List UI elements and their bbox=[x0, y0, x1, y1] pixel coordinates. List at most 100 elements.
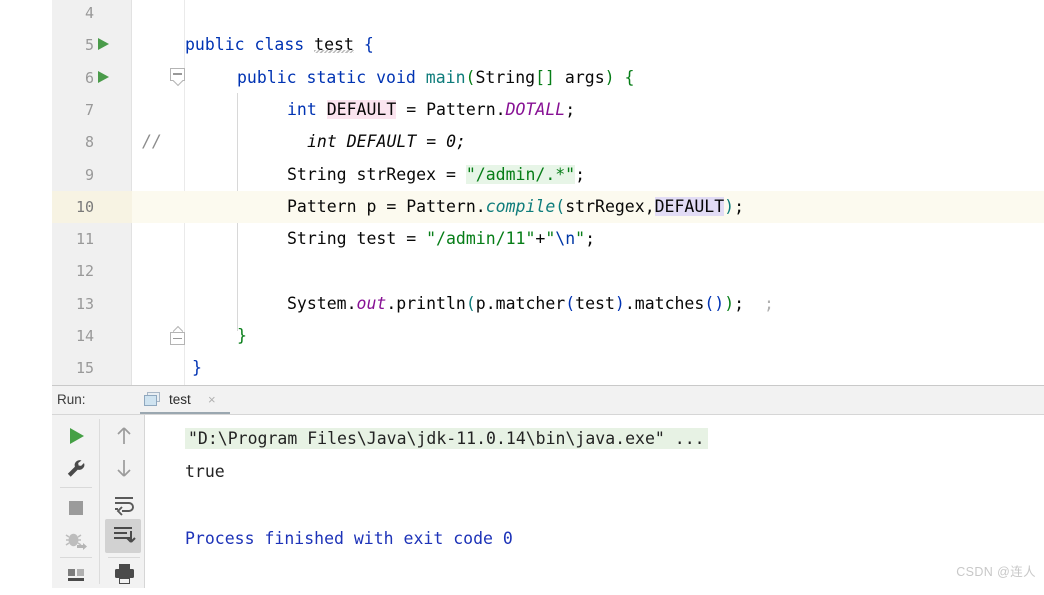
token-operator: = bbox=[445, 164, 456, 184]
line-number: 13 bbox=[75, 294, 94, 313]
token-keyword: static bbox=[306, 67, 367, 87]
code-line[interactable]: 11 String test = "/admin/11"+"\n"; bbox=[52, 223, 1044, 255]
token-method: matches bbox=[634, 293, 705, 313]
token-static-method: compile bbox=[485, 196, 556, 216]
token-paren: ( bbox=[704, 293, 715, 313]
fold-marker-collapse[interactable] bbox=[170, 67, 186, 88]
console-bars-icon bbox=[68, 569, 84, 581]
scroll-down-button[interactable] bbox=[108, 453, 140, 483]
close-icon[interactable]: × bbox=[208, 386, 216, 414]
token-type: Pattern bbox=[426, 99, 496, 119]
line-number: 10 bbox=[75, 197, 94, 216]
code-text: int DEFAULT = Pattern.DOTALL; bbox=[287, 94, 575, 126]
token-brace: { bbox=[363, 35, 374, 55]
token-dot: . bbox=[624, 293, 635, 313]
run-gutter-icon[interactable] bbox=[98, 70, 109, 83]
scroll-end-icon bbox=[114, 527, 136, 543]
token-semicolon: ; bbox=[565, 99, 576, 119]
token-keyword: public bbox=[237, 67, 297, 87]
token-class-name: test bbox=[314, 35, 354, 55]
token-paren: ) bbox=[604, 67, 615, 87]
token-variable: strRegex bbox=[565, 196, 645, 216]
token-method: println bbox=[396, 293, 466, 313]
run-configuration-icon-front bbox=[144, 395, 157, 406]
token-string: "/admin/11" bbox=[426, 229, 536, 249]
rerun-button[interactable] bbox=[60, 421, 92, 451]
code-line[interactable]: 6 public static void main(String[] args)… bbox=[52, 62, 1044, 94]
code-text: } bbox=[192, 352, 202, 384]
run-label: Run: bbox=[57, 392, 86, 407]
code-line[interactable]: 12 bbox=[52, 255, 1044, 287]
printer-icon bbox=[115, 564, 134, 584]
toolbar-column-separator bbox=[99, 419, 100, 584]
token-dot: . bbox=[386, 293, 397, 313]
code-line[interactable]: 8 // int DEFAULT = 0; bbox=[52, 126, 1044, 158]
token-static-field: DOTALL bbox=[505, 99, 566, 119]
token-dot: . bbox=[485, 293, 496, 313]
token-type: String bbox=[287, 164, 347, 184]
line-number: 11 bbox=[75, 230, 94, 249]
wrap-arrow-icon bbox=[115, 497, 134, 516]
token-dot: . bbox=[346, 293, 357, 313]
stop-button[interactable] bbox=[60, 493, 92, 523]
console-button[interactable] bbox=[60, 561, 92, 591]
watermark: CSDN @连人 bbox=[956, 565, 1036, 579]
token-variable-highlighted: DEFAULT bbox=[654, 196, 725, 216]
soft-wrap-button[interactable] bbox=[108, 489, 140, 519]
code-line[interactable]: 5 public class test { bbox=[52, 29, 1044, 61]
toolbar-divider bbox=[108, 557, 140, 558]
token-bracket: [] bbox=[535, 67, 555, 87]
token-paren: ( bbox=[465, 67, 476, 87]
token-paren: ( bbox=[555, 196, 566, 216]
run-panel-header bbox=[52, 386, 1044, 414]
token-dot: . bbox=[495, 99, 506, 119]
code-line[interactable]: 4 bbox=[52, 0, 1044, 29]
run-configuration-icon bbox=[144, 392, 160, 407]
line-number: 14 bbox=[75, 327, 94, 345]
settings-button[interactable] bbox=[60, 453, 92, 483]
token-method-name: main bbox=[425, 67, 466, 87]
line-number: 12 bbox=[75, 262, 94, 281]
code-line[interactable]: 13 System.out.println(p.matcher(test).ma… bbox=[52, 288, 1044, 320]
line-number: 6 bbox=[84, 68, 94, 87]
token-paren: ) bbox=[614, 293, 625, 313]
token-variable: p bbox=[366, 196, 377, 216]
console-command-line: "D:\Program Files\Java\jdk-11.0.14\bin\j… bbox=[185, 428, 708, 449]
code-text: } bbox=[237, 320, 247, 352]
token-brace: } bbox=[237, 326, 247, 345]
run-gutter-icon[interactable] bbox=[98, 38, 109, 51]
run-tool-window[interactable]: Run: test × "D:\Program Files\Java\jdk-1… bbox=[52, 385, 1044, 588]
token-string-escape: \n bbox=[555, 229, 576, 249]
fold-marker-minus bbox=[173, 337, 182, 339]
token-operator: = bbox=[386, 196, 397, 216]
code-editor[interactable]: 4 5 public class test { 6 public static … bbox=[52, 0, 1044, 385]
token-variable: test bbox=[356, 229, 397, 249]
scroll-to-end-button[interactable] bbox=[105, 519, 141, 553]
code-text-comment: int DEFAULT = 0; bbox=[307, 132, 466, 152]
code-line[interactable]: 14 } bbox=[52, 320, 1044, 352]
token-method: matcher bbox=[495, 293, 566, 313]
code-text: String test = "/admin/11"+"\n"; bbox=[287, 223, 595, 255]
code-line[interactable]: 15 } bbox=[52, 352, 1044, 384]
code-text: public static void main(String[] args) { bbox=[237, 62, 634, 94]
print-button[interactable] bbox=[108, 559, 140, 589]
arrow-down-icon bbox=[117, 460, 131, 477]
code-line[interactable]: 9 String strRegex = "/admin/.*"; bbox=[52, 159, 1044, 191]
scroll-up-button[interactable] bbox=[108, 421, 140, 451]
run-console-output[interactable]: "D:\Program Files\Java\jdk-11.0.14\bin\j… bbox=[145, 415, 1044, 588]
code-line-active[interactable]: 10 Pattern p = Pattern.compile(strRegex,… bbox=[52, 190, 1044, 224]
token-type: Pattern bbox=[287, 196, 357, 216]
run-tab-label: test bbox=[169, 392, 191, 407]
toolbar-divider bbox=[60, 557, 92, 558]
code-line[interactable]: 7 int DEFAULT = Pattern.DOTALL; bbox=[52, 94, 1044, 126]
line-number: 5 bbox=[84, 36, 94, 55]
token-keyword: public bbox=[185, 35, 245, 55]
token-string-highlighted: "/admin/.*" bbox=[465, 164, 576, 184]
debug-attach-button[interactable] bbox=[60, 525, 92, 555]
token-type: Pattern bbox=[406, 196, 476, 216]
fold-marker-end[interactable] bbox=[170, 325, 186, 345]
code-text: public class test { bbox=[185, 29, 374, 61]
code-text: String strRegex = "/admin/.*"; bbox=[287, 159, 585, 191]
wrench-icon bbox=[67, 460, 85, 477]
run-triangle-icon bbox=[70, 428, 84, 444]
